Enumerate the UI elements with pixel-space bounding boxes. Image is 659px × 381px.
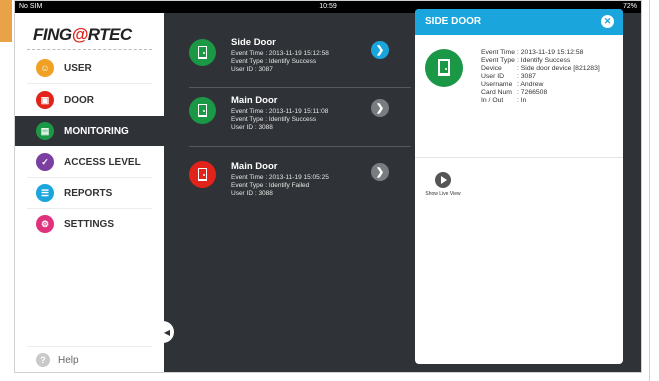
collapse-sidebar-button[interactable]: ◀	[160, 321, 174, 343]
detail-row-event-type: Event Type: Identify Success	[481, 57, 571, 64]
help-icon: ?	[36, 353, 50, 367]
event-door-name: Main Door	[231, 95, 278, 106]
event-detail-panel: SIDE DOOR ✕ Event Time: 2013-11-19 15:12…	[415, 9, 623, 364]
event-item[interactable]: Side Door Event Time : 2013-11-19 15:12:…	[189, 37, 409, 89]
event-divider	[189, 87, 411, 88]
chevron-right-icon[interactable]: ❯	[371, 99, 389, 117]
door-failed-icon	[189, 161, 216, 188]
logo-divider	[27, 49, 152, 50]
event-item[interactable]: Main Door Event Time : 2013-11-19 15:05:…	[189, 161, 409, 213]
left-accent-strip	[0, 0, 12, 42]
door-success-icon	[189, 97, 216, 124]
nav-divider	[27, 83, 152, 84]
event-type: Event Type : Identify Success	[231, 58, 317, 65]
detail-title: SIDE DOOR	[425, 16, 482, 27]
close-icon[interactable]: ✕	[601, 15, 614, 28]
event-door-name: Main Door	[231, 161, 278, 172]
event-list: Side Door Event Time : 2013-11-19 15:12:…	[175, 13, 413, 372]
detail-row-user-id: User ID: 3087	[481, 73, 536, 80]
detail-row-device: Device: Side door device [821283]	[481, 65, 600, 72]
detail-row-card-num: Card Num: 7266508	[481, 89, 548, 96]
detail-row-username: Username: Andrew	[481, 81, 544, 88]
help-divider	[27, 346, 152, 347]
event-user-id: User ID : 3088	[231, 190, 273, 197]
chevron-right-icon[interactable]: ❯	[371, 163, 389, 181]
screenshot-frame: No SIM 10:59 72% FING@RTEC ☺ USER ▣ DOOR…	[0, 0, 659, 381]
right-border	[649, 0, 650, 381]
show-live-view-button[interactable]: Show Live View	[425, 172, 461, 197]
door-icon: ▣	[36, 91, 54, 109]
event-door-name: Side Door	[231, 37, 276, 48]
door-success-icon	[189, 39, 216, 66]
event-user-id: User ID : 3087	[231, 66, 273, 73]
sidebar-item-door[interactable]: ▣ DOOR	[15, 85, 164, 115]
sidebar-item-label: REPORTS	[64, 187, 113, 199]
live-view-label: Show Live View	[425, 191, 461, 197]
sidebar: FING@RTEC ☺ USER ▣ DOOR ▤ MONITORING ✓ A…	[15, 13, 164, 372]
fingertec-logo: FING@RTEC	[33, 25, 132, 44]
event-time: Event Time : 2013-11-19 15:05:25	[231, 174, 329, 181]
user-icon: ☺	[36, 59, 54, 77]
sidebar-item-access-level[interactable]: ✓ ACCESS LEVEL	[15, 147, 164, 177]
detail-row-in-out: In / Out: In	[481, 97, 527, 104]
sidebar-item-monitoring[interactable]: ▤ MONITORING	[15, 116, 164, 146]
sidebar-item-label: SETTINGS	[64, 218, 115, 230]
sidebar-item-label: MONITORING	[64, 125, 129, 137]
report-icon: ☰	[36, 184, 54, 202]
sidebar-item-settings[interactable]: ⚙ SETTINGS	[15, 209, 164, 239]
chevron-left-icon: ◀	[163, 327, 171, 337]
event-item[interactable]: Main Door Event Time : 2013-11-19 15:11:…	[189, 95, 409, 147]
detail-divider	[415, 157, 623, 158]
sidebar-item-reports[interactable]: ☰ REPORTS	[15, 178, 164, 208]
checkbox-icon: ✓	[36, 153, 54, 171]
event-type: Event Type : Identify Failed	[231, 182, 310, 189]
event-time: Event Time : 2013-11-19 15:11:08	[231, 108, 329, 115]
help-link[interactable]: ? Help	[36, 353, 79, 367]
event-divider	[189, 146, 411, 147]
sidebar-item-label: USER	[64, 62, 92, 74]
sidebar-item-user[interactable]: ☺ USER	[15, 53, 164, 83]
monitor-icon: ▤	[36, 122, 54, 140]
sidebar-item-label: ACCESS LEVEL	[64, 156, 141, 168]
gear-icon: ⚙	[36, 215, 54, 233]
event-time: Event Time : 2013-11-19 15:12:58	[231, 50, 329, 57]
chevron-right-icon[interactable]: ❯	[371, 41, 389, 59]
battery-indicator: 72%	[622, 3, 637, 10]
event-user-id: User ID : 3088	[231, 124, 273, 131]
sidebar-item-label: DOOR	[64, 94, 94, 106]
door-success-icon	[425, 49, 463, 87]
help-label: Help	[58, 354, 79, 366]
detail-header: SIDE DOOR ✕	[415, 9, 623, 35]
play-icon	[435, 172, 451, 188]
tablet-screen: No SIM 10:59 72% FING@RTEC ☺ USER ▣ DOOR…	[14, 0, 642, 373]
event-type: Event Type : Identify Success	[231, 116, 317, 123]
detail-row-event-time: Event Time: 2013-11-19 15:12:58	[481, 49, 584, 56]
